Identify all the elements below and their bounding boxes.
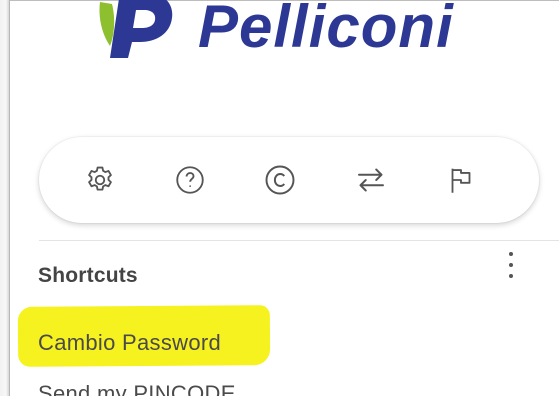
swap-arrows-icon xyxy=(353,162,389,198)
kebab-menu-icon[interactable] xyxy=(502,250,520,280)
copyright-button[interactable] xyxy=(259,159,301,201)
window-border-left xyxy=(0,0,10,396)
pelliconi-logo-mark-icon xyxy=(96,0,178,62)
switch-button[interactable] xyxy=(350,159,392,201)
help-button[interactable] xyxy=(169,159,211,201)
shortcut-send-my-pincode[interactable]: Send my PINCODE xyxy=(38,381,236,396)
settings-button[interactable] xyxy=(79,159,121,201)
quick-actions-toolbar xyxy=(39,137,539,223)
gear-icon xyxy=(83,163,117,197)
copyright-icon xyxy=(262,162,298,198)
flag-icon xyxy=(444,163,478,197)
page-frame: Pelliconi Shortcuts Cambio Password Send… xyxy=(0,0,559,396)
shortcut-cambio-password[interactable]: Cambio Password xyxy=(38,330,221,356)
flag-button[interactable] xyxy=(440,159,482,201)
question-circle-icon xyxy=(173,163,207,197)
section-divider xyxy=(39,240,559,241)
shortcuts-title: Shortcuts xyxy=(38,264,138,287)
brand-name: Pelliconi xyxy=(198,0,454,60)
brand-logo[interactable]: Pelliconi xyxy=(96,0,454,64)
